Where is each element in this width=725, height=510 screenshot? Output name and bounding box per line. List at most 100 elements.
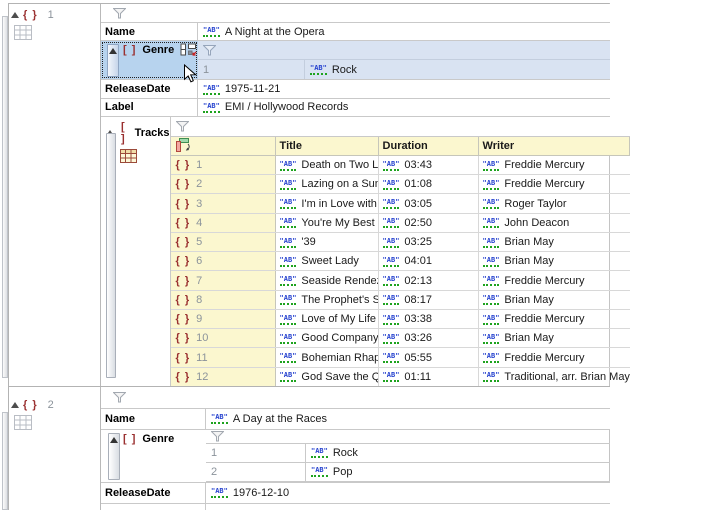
track-duration-cell[interactable]: "AB" 01:11: [379, 368, 479, 386]
track-index-cell[interactable]: { } 10: [171, 329, 276, 347]
genre-filter-row[interactable]: [198, 41, 610, 60]
item1-filter-row[interactable]: [101, 4, 610, 23]
tracks-corner-cell[interactable]: [171, 137, 276, 155]
track-title-cell[interactable]: "AB" Sweet Lady: [276, 252, 379, 270]
track-duration-cell[interactable]: "AB" 03:26: [379, 329, 479, 347]
label-value-cell[interactable]: "AB" EMI / Hollywood Records: [198, 99, 610, 116]
tracks-key-cell[interactable]: [ ] Tracks: [101, 117, 171, 386]
track-index-cell[interactable]: { } 7: [171, 271, 276, 289]
string-type-icon: "AB": [483, 314, 500, 325]
name-value-cell[interactable]: "AB" A Night at the Opera: [198, 23, 610, 40]
track-duration-cell[interactable]: "AB" 05:55: [379, 348, 479, 366]
track-title-cell[interactable]: "AB" I'm in Love with My Car: [276, 194, 379, 212]
item2-header[interactable]: { } 2: [9, 387, 100, 411]
filter-funnel-icon[interactable]: [176, 121, 189, 132]
label-key-cell[interactable]: Label: [101, 504, 206, 510]
table-view-active-icon[interactable]: [120, 149, 137, 163]
genre-collapse-strip[interactable]: [108, 433, 120, 480]
label-key-cell[interactable]: Label: [101, 99, 198, 116]
collapse-triangle-icon[interactable]: [11, 402, 19, 408]
track-duration-cell[interactable]: "AB" 03:25: [379, 233, 479, 251]
item2-left-panel[interactable]: { } 2: [9, 387, 101, 510]
track-duration-cell[interactable]: "AB" 03:38: [379, 310, 479, 328]
track-duration-cell[interactable]: "AB" 03:43: [379, 156, 479, 174]
track-index-cell[interactable]: { } 11: [171, 348, 276, 366]
track-writer-cell[interactable]: "AB" Roger Taylor: [479, 194, 630, 212]
track-duration-cell[interactable]: "AB" 02:50: [379, 214, 479, 232]
item2-filter-row[interactable]: [101, 387, 610, 409]
genre-value-cell[interactable]: "AB" Rock: [306, 444, 610, 462]
track-index-cell[interactable]: { } 1: [171, 156, 276, 174]
name-value-cell[interactable]: "AB" A Day at the Races: [206, 409, 610, 429]
track-duration-cell[interactable]: "AB" 02:13: [379, 271, 479, 289]
track-duration-cell[interactable]: "AB" 04:01: [379, 252, 479, 270]
track-index-cell[interactable]: { } 8: [171, 291, 276, 309]
track-index-cell[interactable]: { } 6: [171, 252, 276, 270]
track-title-cell[interactable]: "AB" God Save the Queen: [276, 368, 379, 386]
track-title-cell[interactable]: "AB" Seaside Rendezvous: [276, 271, 379, 289]
row-label: Label "AB" EMI / Hollywood Records: [101, 99, 610, 117]
genre-value-cell[interactable]: "AB" Pop: [306, 463, 610, 481]
track-index-cell[interactable]: { } 2: [171, 175, 276, 193]
genre-index-cell[interactable]: 2: [206, 463, 306, 481]
collapse-triangle-icon[interactable]: [110, 437, 118, 443]
tracks-col-duration[interactable]: Duration: [379, 137, 479, 155]
filter-funnel-icon[interactable]: [211, 431, 224, 442]
track-title-cell[interactable]: "AB" Good Company: [276, 329, 379, 347]
track-title-cell[interactable]: "AB" '39: [276, 233, 379, 251]
track-title-cell[interactable]: "AB" You're My Best Friend: [276, 214, 379, 232]
releasedate-value-cell[interactable]: "AB" 1976-12-10: [206, 483, 610, 504]
track-duration-cell[interactable]: "AB" 03:05: [379, 194, 479, 212]
filter-funnel-icon[interactable]: [113, 8, 126, 19]
genre-index-cell[interactable]: 1: [198, 60, 305, 79]
track-title-cell[interactable]: "AB" Death on Two Legs: [276, 156, 379, 174]
track-writer-cell[interactable]: "AB" Brian May: [479, 233, 630, 251]
name-key-cell[interactable]: Name: [101, 409, 206, 429]
track-writer-cell[interactable]: "AB" Traditional, arr. Brian May: [479, 368, 630, 386]
track-writer-cell[interactable]: "AB" Brian May: [479, 329, 630, 347]
tracks-col-writer[interactable]: Writer: [479, 137, 630, 155]
track-title: Good Company: [301, 332, 378, 344]
track-duration-cell[interactable]: "AB" 01:08: [379, 175, 479, 193]
track-index-cell[interactable]: { } 4: [171, 214, 276, 232]
track-writer-cell[interactable]: "AB" Freddie Mercury: [479, 310, 630, 328]
label-value-cell[interactable]: "AB" EMI, Parlophone / Elektra, Hollywoo…: [206, 504, 610, 510]
releasedate-value-cell[interactable]: "AB" 1975-11-21: [198, 80, 610, 97]
track-writer-cell[interactable]: "AB" Freddie Mercury: [479, 271, 630, 289]
tracks-filter-row[interactable]: [171, 117, 630, 137]
name-key-cell[interactable]: Name: [101, 23, 198, 40]
track-index-cell[interactable]: { } 5: [171, 233, 276, 251]
track-title-cell[interactable]: "AB" Lazing on a Sunday Afternoon: [276, 175, 379, 193]
track-index-cell[interactable]: { } 12: [171, 368, 276, 386]
track-writer-cell[interactable]: "AB" Freddie Mercury: [479, 156, 630, 174]
track-writer-cell[interactable]: "AB" Freddie Mercury: [479, 348, 630, 366]
track-title-cell[interactable]: "AB" The Prophet's Song: [276, 291, 379, 309]
track-duration-cell[interactable]: "AB" 08:17: [379, 291, 479, 309]
filter-funnel-icon[interactable]: [203, 45, 216, 56]
item1-header[interactable]: { } 1: [9, 4, 100, 21]
tracks-collapse-strip[interactable]: [106, 133, 116, 378]
track-writer-cell[interactable]: "AB" Freddie Mercury: [479, 175, 630, 193]
table-view-icon[interactable]: [14, 415, 32, 430]
releasedate-key-cell[interactable]: ReleaseDate: [101, 483, 206, 504]
track-title-cell[interactable]: "AB" Love of My Life: [276, 310, 379, 328]
collapse-triangle-icon[interactable]: [11, 12, 19, 18]
genre-key-cell[interactable]: [ ]Genre: [101, 430, 206, 482]
track-writer-cell[interactable]: "AB" John Deacon: [479, 214, 630, 232]
filter-funnel-icon[interactable]: [113, 392, 126, 403]
display-as-table-icon[interactable]: [180, 43, 197, 58]
track-index-cell[interactable]: { } 9: [171, 310, 276, 328]
genre-value-cell[interactable]: "AB" Rock: [305, 60, 610, 79]
item1-left-panel[interactable]: { } 1: [9, 4, 101, 386]
collapse-triangle-icon[interactable]: [109, 48, 117, 54]
track-writer-cell[interactable]: "AB" Brian May: [479, 252, 630, 270]
track-index-cell[interactable]: { } 3: [171, 194, 276, 212]
genre-collapse-strip[interactable]: [107, 44, 119, 77]
track-writer-cell[interactable]: "AB" Brian May: [479, 291, 630, 309]
track-title-cell[interactable]: "AB" Bohemian Rhapsody: [276, 348, 379, 366]
genre-filter-row[interactable]: [206, 430, 610, 444]
transpose-table-icon[interactable]: [176, 138, 192, 153]
genre-index-cell[interactable]: 1: [206, 444, 306, 462]
tracks-col-title[interactable]: Title: [276, 137, 379, 155]
table-view-icon[interactable]: [14, 25, 32, 40]
